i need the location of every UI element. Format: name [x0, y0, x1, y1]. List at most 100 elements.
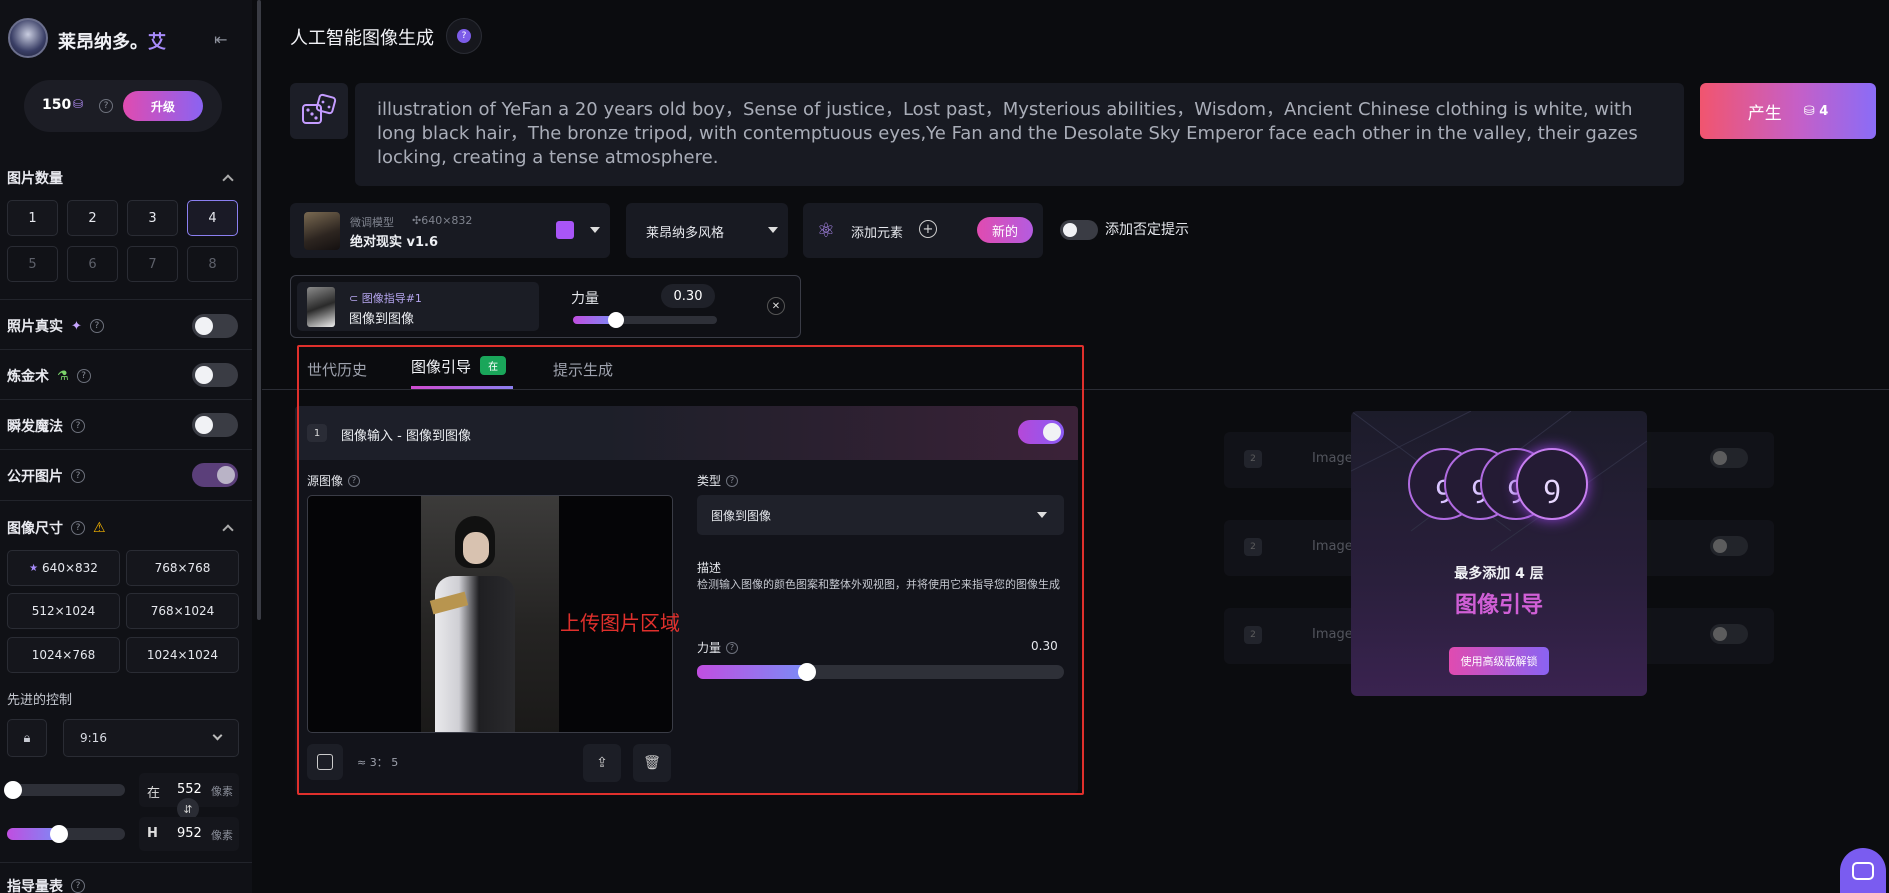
image-count-5[interactable]: 5 — [7, 246, 58, 282]
alchemy-help-icon[interactable]: ? — [76, 369, 91, 383]
photo-real-toggle[interactable] — [192, 314, 238, 338]
chevron-down-icon — [212, 730, 223, 741]
image-count-3[interactable]: 3 — [127, 200, 178, 236]
image-count-7[interactable]: 7 — [127, 246, 178, 282]
height-slider[interactable] — [7, 825, 125, 843]
caret-down-icon — [768, 227, 778, 233]
prompt-magic-label: 瞬发魔法 — [7, 419, 63, 435]
lock-icon[interactable]: 🔒︎ — [7, 719, 47, 757]
style-select[interactable]: 莱昂纳多风格 — [626, 203, 788, 258]
model-settings-icon[interactable] — [556, 221, 574, 239]
strength-slider-fill — [697, 665, 808, 679]
credits-count: 150 — [42, 97, 72, 113]
prompt-input[interactable]: illustration of YeFan a 20 years old boy… — [355, 83, 1684, 186]
source-image — [421, 496, 559, 732]
type-help-icon[interactable]: ? — [726, 474, 739, 487]
title-help-button[interactable]: ? — [446, 18, 482, 54]
tab-image-guidance[interactable]: 图像引导 在 — [411, 356, 507, 377]
crop-button[interactable] — [307, 744, 343, 780]
height-slider-knob[interactable] — [50, 825, 68, 843]
chevron-up-icon[interactable] — [222, 174, 234, 186]
close-icon[interactable]: ✕ — [767, 297, 785, 315]
size-1024x768[interactable]: 1024×768 — [7, 637, 120, 673]
active-tab-underline — [411, 386, 513, 389]
size-512x1024[interactable]: 512×1024 — [7, 593, 120, 629]
potion-icon: ⚗ — [57, 368, 69, 384]
photo-real-help-icon[interactable]: ? — [89, 319, 104, 333]
size-label: 640×832 — [42, 561, 98, 575]
locked-slot-index: 2 — [1244, 450, 1262, 468]
image-input-toggle[interactable] — [1018, 420, 1064, 444]
image-count-2[interactable]: 2 — [67, 200, 118, 236]
source-help-icon[interactable]: ? — [348, 474, 361, 487]
type-select[interactable]: 图像到图像 — [697, 495, 1064, 535]
caret-down-icon[interactable] — [590, 227, 600, 233]
negative-prompt-toggle[interactable] — [1060, 220, 1098, 240]
chevron-up-icon[interactable] — [222, 524, 234, 536]
width-value[interactable]: 552 — [177, 782, 202, 797]
chip-strength-slider[interactable] — [573, 312, 717, 328]
type-select-value: 图像到图像 — [711, 509, 772, 523]
tab-prompt-generation[interactable]: 提示生成 — [553, 359, 613, 380]
size-640x832[interactable]: ★ 640×832 — [7, 550, 120, 586]
image-size-help-icon[interactable]: ? — [71, 521, 85, 535]
strength-help-icon[interactable]: ? — [726, 641, 739, 654]
image-count-1[interactable]: 1 — [7, 200, 58, 236]
help-icon: ? — [457, 29, 471, 43]
size-768x1024[interactable]: 768×1024 — [126, 593, 239, 629]
width-slider-knob[interactable] — [4, 781, 22, 799]
upsell-line2: 图像引导 — [1454, 593, 1543, 618]
image-count-4[interactable]: 4 — [187, 200, 238, 236]
upsell-line1: 最多添加 4 层 — [1454, 566, 1544, 582]
alchemy-toggle[interactable] — [192, 363, 238, 387]
generate-button[interactable]: 产生 ⛁ 4 — [1700, 83, 1876, 139]
random-prompt-button[interactable] — [290, 83, 348, 139]
strength-slider-knob[interactable] — [798, 663, 817, 681]
image-guidance-chip[interactable]: ⊂ 图像指导#1 图像到图像 力量 0.30 ✕ — [290, 275, 801, 338]
width-slider[interactable] — [4, 781, 125, 799]
image-count-6[interactable]: 6 — [67, 246, 118, 282]
public-images-toggle[interactable] — [192, 463, 238, 487]
caret-down-icon — [1037, 512, 1047, 518]
strength-label: 力量 — [697, 641, 722, 655]
upload-icon[interactable]: ⇪ — [583, 744, 621, 782]
chip-slider-knob[interactable] — [608, 312, 625, 328]
trash-icon[interactable]: 🗑︎ — [633, 744, 671, 782]
add-element-label: 添加元素 — [851, 226, 904, 241]
credits-help-icon[interactable]: ? — [99, 99, 113, 113]
model-name: 绝对现实 v1.6 — [350, 235, 439, 250]
unlock-premium-button[interactable]: 使用高级版解锁 — [1449, 647, 1549, 675]
model-selector[interactable]: 微调模型 ✣640×832 绝对现实 v1.6 — [290, 203, 610, 258]
public-images-row: 公开图片 ? — [7, 466, 85, 486]
aspect-ratio-readout: ≈ 3： 5 — [357, 756, 399, 769]
width-unit: 像素 — [211, 785, 233, 798]
sidebar-scrollbar[interactable] — [257, 0, 261, 620]
upgrade-button[interactable]: 升级 — [123, 91, 203, 121]
height-value[interactable]: 952 — [177, 826, 202, 841]
add-element-button[interactable]: ⚛ 添加元素 + 新的 — [803, 203, 1043, 258]
tab-generation-history[interactable]: 世代历史 — [307, 359, 367, 380]
generate-label: 产生 — [1747, 103, 1782, 124]
image-count-8[interactable]: 8 — [187, 246, 238, 282]
plus-icon: + — [919, 220, 937, 238]
model-thumbnail — [304, 212, 340, 250]
size-1024x1024[interactable]: 1024×1024 — [126, 637, 239, 673]
prompt-magic-help-icon[interactable]: ? — [71, 419, 85, 433]
size-768x768[interactable]: 768×768 — [126, 550, 239, 586]
brand-text: 莱昂纳多。 — [58, 32, 148, 53]
collapse-sidebar-icon[interactable]: ⇤ — [214, 30, 227, 49]
prompt-magic-toggle[interactable] — [192, 413, 238, 437]
guidance-help-icon[interactable]: ? — [71, 879, 85, 893]
guidance-chip-tag-text: 图像指导#1 — [361, 292, 422, 305]
advanced-controls-label: 先进的控制 — [7, 693, 73, 708]
guidance-scale-row: 指导量表 ? — [7, 876, 85, 893]
aspect-ratio-select[interactable]: 9:16 — [63, 719, 239, 757]
strength-slider[interactable] — [697, 663, 1064, 681]
negative-prompt-label: 添加否定提示 — [1105, 222, 1189, 238]
public-images-help-icon[interactable]: ? — [71, 469, 85, 483]
chat-support-button[interactable] — [1840, 848, 1886, 893]
type-label: 类型 — [697, 474, 722, 488]
divider — [0, 500, 252, 501]
height-unit: 像素 — [211, 829, 233, 842]
height-field[interactable]: H 952 像素 — [139, 817, 239, 851]
